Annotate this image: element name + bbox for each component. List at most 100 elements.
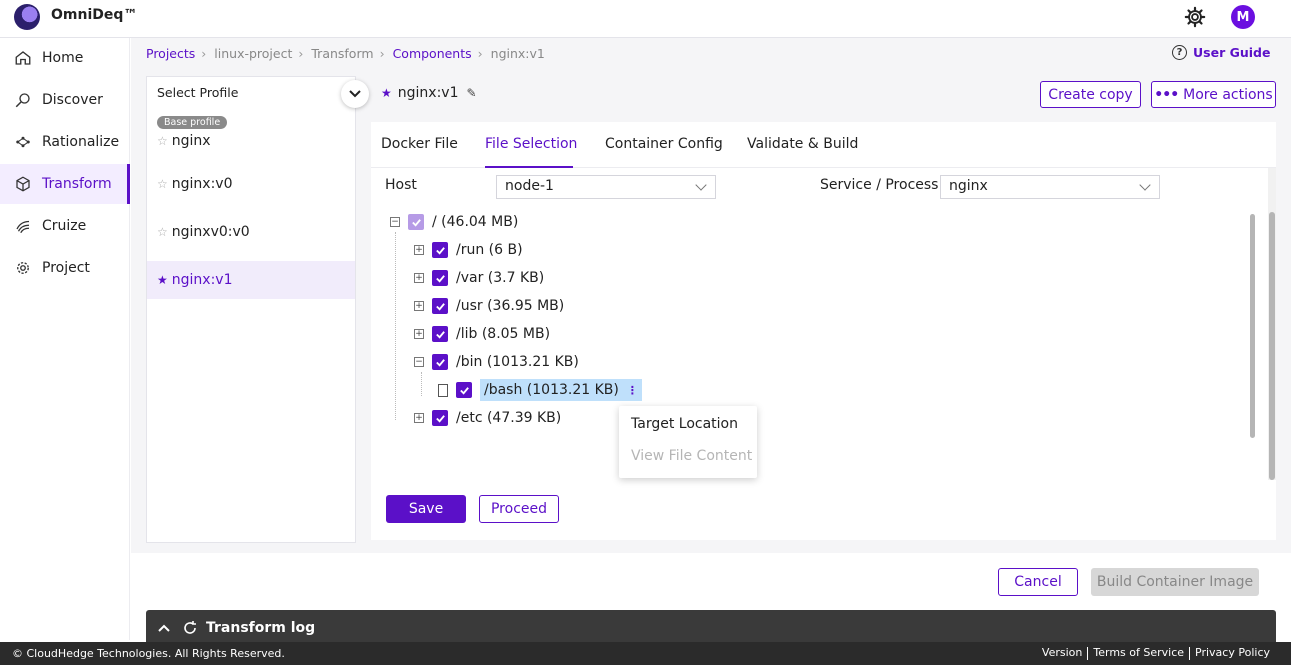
breadcrumb-components[interactable]: Components: [393, 46, 472, 61]
gear-icon: [17, 262, 29, 274]
tab-validate-build[interactable]: Validate & Build: [747, 136, 858, 152]
profile-item-nginx-v0[interactable]: ☆ nginx:v0: [147, 165, 355, 203]
omnideq-logo[interactable]: [14, 4, 40, 30]
checkbox-checked[interactable]: [432, 410, 448, 426]
profile-item-nginx[interactable]: ☆ nginx: [147, 125, 355, 157]
more-actions-button[interactable]: ••• More actions: [1151, 81, 1276, 108]
collapse-icon[interactable]: −: [390, 217, 400, 227]
tree-row-bin[interactable]: − /bin (1013.21 KB): [414, 350, 579, 374]
sidebar-item-label: Cruize: [42, 218, 87, 234]
tree-label: / (46.04 MB): [432, 214, 519, 230]
discover-icon: [15, 93, 30, 108]
expand-icon[interactable]: +: [414, 413, 424, 423]
rationalize-icon: [16, 136, 30, 148]
footer: © CloudHedge Technologies. All Rights Re…: [0, 642, 1291, 665]
terms-link[interactable]: Terms of Service: [1088, 646, 1189, 660]
service-select[interactable]: nginx: [940, 175, 1160, 199]
tree-row-etc[interactable]: + /etc (47.39 KB): [414, 406, 561, 430]
transform-log-bar[interactable]: Transform log: [146, 610, 1276, 645]
breadcrumb-transform[interactable]: Transform: [311, 46, 373, 61]
profile-item-label: nginx:v1: [171, 272, 233, 288]
tab-docker-file[interactable]: Docker File: [381, 136, 458, 152]
checkbox-checked[interactable]: [432, 354, 448, 370]
sidebar: Home Discover Rationalize Transform Crui…: [0, 38, 130, 640]
tree-row-var[interactable]: + /var (3.7 KB): [414, 266, 544, 290]
transform-icon: [16, 176, 30, 192]
proceed-button[interactable]: Proceed: [479, 495, 559, 523]
tree-row-lib[interactable]: + /lib (8.05 MB): [414, 322, 550, 346]
tree-label: /run (6 B): [456, 242, 523, 258]
tree-label: /lib (8.05 MB): [456, 326, 551, 342]
sidebar-item-label: Home: [42, 50, 84, 66]
expand-icon[interactable]: +: [414, 329, 424, 339]
brand-name: OmniDeq™: [51, 7, 138, 23]
checkbox-checked[interactable]: [432, 326, 448, 342]
version-link[interactable]: Version: [1037, 646, 1087, 660]
tree-row-bash[interactable]: /bash (1013.21 KB) ⋮: [438, 378, 642, 402]
sidebar-item-home[interactable]: Home: [0, 38, 130, 78]
breadcrumb-current: nginx:v1: [490, 46, 545, 61]
selected-file-node[interactable]: /bash (1013.21 KB) ⋮: [480, 379, 642, 401]
tree-row-usr[interactable]: + /usr (36.95 MB): [414, 294, 564, 318]
sidebar-item-label: Rationalize: [42, 134, 120, 150]
checkbox-partial[interactable]: [408, 214, 424, 230]
sidebar-item-transform[interactable]: Transform: [0, 164, 130, 204]
star-outline-icon[interactable]: ☆: [157, 177, 168, 191]
tree-row-root[interactable]: − / (46.04 MB): [390, 210, 518, 234]
settings-gear-icon[interactable]: [1184, 6, 1206, 28]
cruize-icon: [16, 220, 30, 234]
host-select[interactable]: node-1: [496, 175, 716, 199]
tree-scrollbar[interactable]: [1250, 214, 1255, 438]
tree-label: /etc (47.39 KB): [456, 410, 562, 426]
component-title: ★ nginx:v1 ✎: [381, 85, 477, 101]
checkbox-checked[interactable]: [432, 242, 448, 258]
kebab-menu-icon[interactable]: ⋮: [627, 384, 638, 397]
breadcrumb-project[interactable]: linux-project: [214, 46, 292, 61]
sidebar-item-rationalize[interactable]: Rationalize: [0, 122, 130, 162]
user-guide-link[interactable]: ? User Guide: [1172, 45, 1270, 60]
checkbox-checked[interactable]: [456, 382, 472, 398]
expand-icon[interactable]: +: [414, 245, 424, 255]
star-outline-icon[interactable]: ☆: [157, 225, 168, 239]
more-dots-icon: •••: [1154, 86, 1179, 103]
scrollbar-thumb[interactable]: [1269, 212, 1275, 480]
sidebar-item-project[interactable]: Project: [0, 248, 130, 288]
select-profile-label: Select Profile: [157, 85, 239, 100]
transform-log-title: Transform log: [206, 619, 316, 636]
collapse-icon[interactable]: −: [414, 357, 424, 367]
refresh-icon: [184, 620, 196, 634]
privacy-link[interactable]: Privacy Policy: [1190, 646, 1275, 660]
profile-item-nginx-v1[interactable]: ★ nginx:v1: [147, 261, 355, 299]
checkbox-checked[interactable]: [432, 298, 448, 314]
expand-icon[interactable]: +: [414, 273, 424, 283]
checkbox-checked[interactable]: [432, 270, 448, 286]
host-value: node-1: [505, 178, 554, 194]
star-filled-icon[interactable]: ★: [381, 86, 392, 100]
save-button[interactable]: Save: [386, 495, 466, 523]
menu-item-target-location[interactable]: Target Location: [631, 416, 738, 432]
star-filled-icon[interactable]: ★: [157, 273, 168, 287]
tree-row-run[interactable]: + /run (6 B): [414, 238, 523, 262]
service-value: nginx: [949, 178, 988, 194]
profile-panel: Select Profile Base profile ☆ nginx ☆ ng…: [146, 76, 369, 543]
tab-file-selection[interactable]: File Selection: [485, 136, 577, 152]
profile-item-label: nginx:v0: [171, 176, 233, 192]
tab-bar: Docker File File Selection Container Con…: [371, 122, 1276, 168]
star-outline-icon[interactable]: ☆: [157, 134, 168, 148]
sidebar-item-cruize[interactable]: Cruize: [0, 206, 130, 246]
chevron-up-icon[interactable]: [158, 624, 170, 632]
collapse-profile-button[interactable]: [341, 80, 369, 108]
expand-icon[interactable]: +: [414, 301, 424, 311]
edit-pencil-icon[interactable]: ✎: [466, 86, 476, 100]
sidebar-item-label: Transform: [42, 176, 112, 192]
profile-item-label: nginx: [171, 133, 211, 149]
user-avatar[interactable]: M: [1231, 5, 1255, 29]
breadcrumb-projects[interactable]: Projects: [146, 46, 195, 61]
active-tab-indicator: [485, 166, 573, 168]
cancel-button[interactable]: Cancel: [998, 568, 1078, 596]
tab-container-config[interactable]: Container Config: [605, 136, 723, 152]
profile-item-nginxv0-v0[interactable]: ☆ nginxv0:v0: [147, 213, 355, 251]
create-copy-button[interactable]: Create copy: [1040, 81, 1141, 108]
sidebar-item-discover[interactable]: Discover: [0, 80, 130, 120]
tree-connector: [395, 232, 396, 420]
